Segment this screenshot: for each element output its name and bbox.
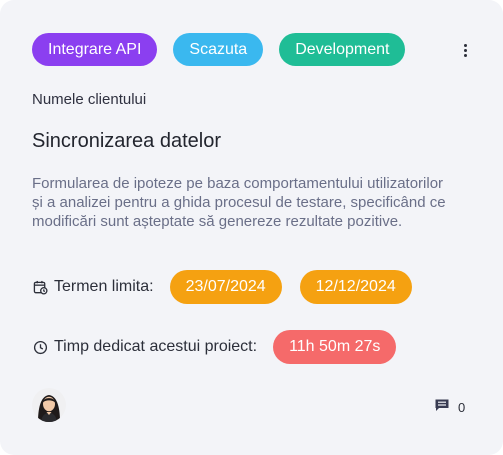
comments-button[interactable]: 0 [434,397,465,418]
user-avatar[interactable] [32,388,66,422]
tag-integrare-api[interactable]: Integrare API [32,33,158,66]
time-spent-label: Timp dedicat acestui proiect: [54,338,258,355]
deadline-label: Termen limita: [54,278,154,295]
client-name: Numele clientului [32,91,147,108]
task-card[interactable]: Integrare API Scazuta Development Numele… [0,0,503,455]
menu-dot [463,43,467,47]
clock-icon [32,339,48,355]
time-spent-value: 11h 50m 27s [273,330,397,364]
deadline-end-date[interactable]: 12/12/2024 [299,270,412,304]
more-vertical-icon[interactable] [455,38,475,62]
menu-dot [463,48,467,52]
card-description: Formularea de ipoteze pe baza comportame… [32,175,446,230]
menu-dot [463,53,467,57]
calendar-clock-icon [32,279,48,295]
card-title[interactable]: Sincronizarea datelor [32,130,221,153]
tag-priority[interactable]: Scazuta [173,33,264,66]
deadline-row: Termen limita: 23/07/2024 12/12/2024 [32,270,412,304]
tag-development[interactable]: Development [279,33,406,66]
time-spent-row: Timp dedicat acestui proiect: 11h 50m 27… [32,330,397,364]
comment-count: 0 [458,400,466,415]
deadline-start-date[interactable]: 23/07/2024 [169,270,282,304]
tag-list: Integrare API Scazuta Development [32,33,406,66]
comment-icon [434,397,450,418]
